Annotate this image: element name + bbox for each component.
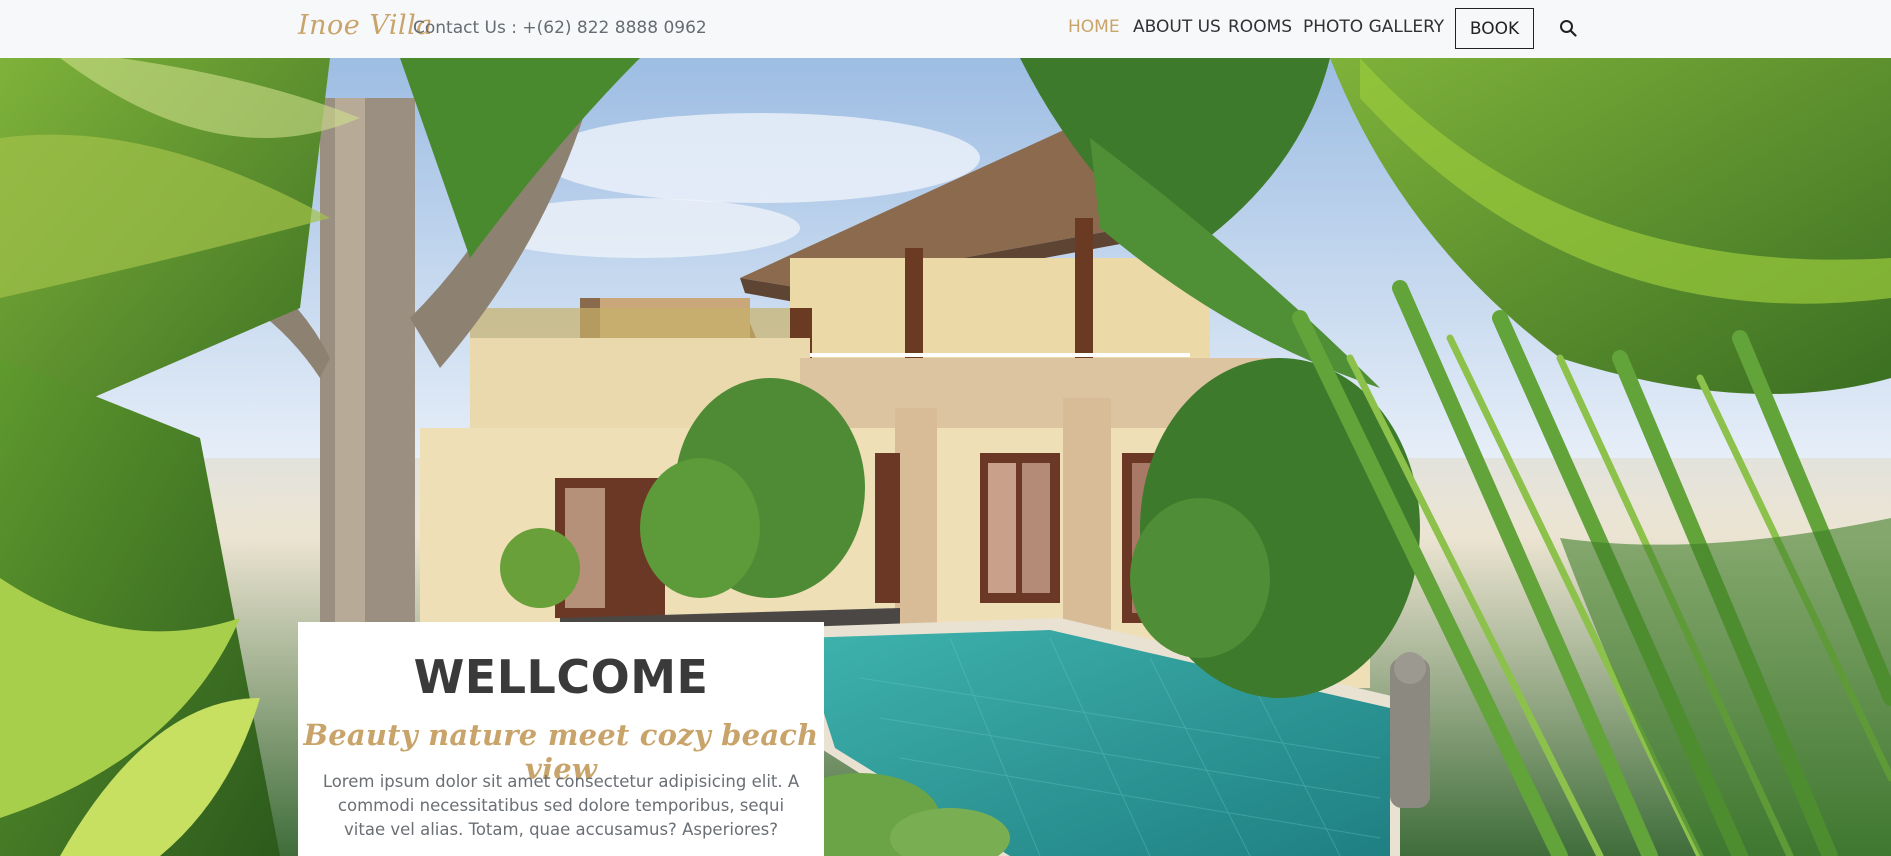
search-icon[interactable] xyxy=(1555,15,1581,41)
book-button[interactable]: BOOK xyxy=(1455,8,1534,49)
welcome-card: WELLCOME Beauty nature meet cozy beach v… xyxy=(298,622,824,856)
welcome-title: WELLCOME xyxy=(413,650,709,704)
nav-rooms[interactable]: ROOMS xyxy=(1228,17,1292,37)
welcome-text: Lorem ipsum dolor sit amet consectetur a… xyxy=(322,772,800,839)
nav-home[interactable]: HOME xyxy=(1068,17,1120,37)
navbar: Inoe Villa Contact Us : +(62) 822 8888 0… xyxy=(0,0,1891,58)
hero-image xyxy=(0,58,1891,856)
contact-info: Contact Us : +(62) 822 8888 0962 xyxy=(413,18,707,38)
nav-photo-gallery[interactable]: PHOTO GALLERY xyxy=(1303,17,1444,37)
nav-about-us[interactable]: ABOUT US xyxy=(1133,17,1221,37)
villa-pool-illustration xyxy=(0,58,1891,856)
